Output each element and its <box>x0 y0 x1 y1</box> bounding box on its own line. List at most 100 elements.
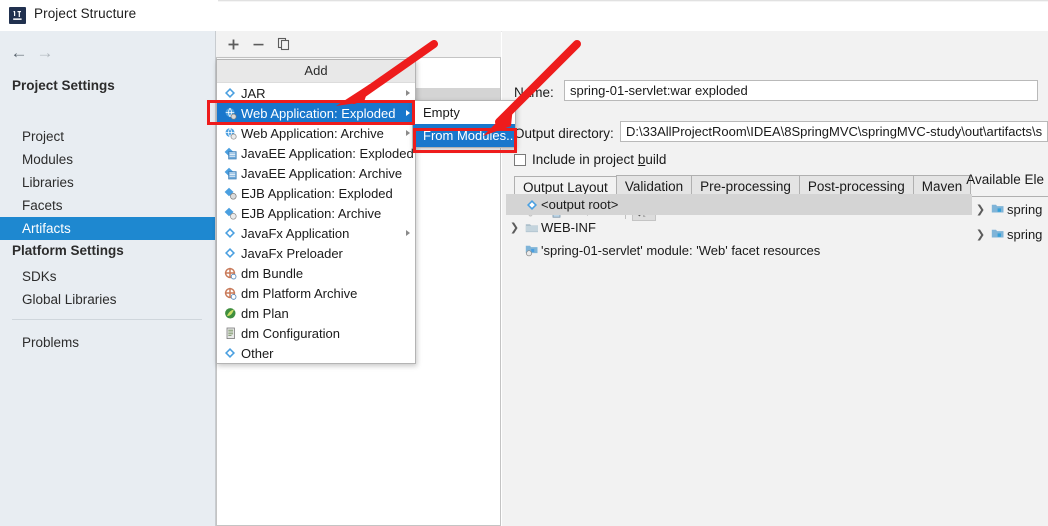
output-directory-label: Output directory: <box>514 126 614 141</box>
ejb-exploded-icon <box>221 185 239 201</box>
menu-item-javafx-preloader[interactable]: JavaFx Preloader <box>217 243 415 263</box>
avail-tree-row[interactable]: ❯ spring <box>972 198 1048 221</box>
menu-item-label: Web Application: Exploded <box>241 105 396 121</box>
web-application-exploded-submenu: Empty From Modules... <box>412 100 517 148</box>
tree-expander <box>506 194 523 215</box>
javaee-exploded-icon <box>221 145 239 161</box>
sidebar-item-project[interactable]: Project <box>0 125 215 148</box>
sidebar-item-libraries[interactable]: Libraries <box>0 171 215 194</box>
sidebar-group-platform-settings: Platform Settings <box>12 243 124 258</box>
javafx-icon <box>221 245 239 261</box>
menu-item-javafx-application[interactable]: JavaFx Application <box>217 223 415 243</box>
avail-tree-row-label: spring <box>1007 202 1043 217</box>
menu-item-label: Web Application: Archive <box>241 125 384 141</box>
sidebar-item-modules[interactable]: Modules <box>0 148 215 171</box>
web-archive-icon <box>221 125 239 141</box>
menu-item-ejb-application-archive[interactable]: EJB Application: Archive <box>217 203 415 223</box>
menu-item-label: JAR <box>241 85 266 101</box>
artifact-diamond-icon <box>523 194 541 215</box>
menu-item-dm-configuration[interactable]: dm Configuration <box>217 323 415 343</box>
tree-row-label: 'spring-01-servlet' module: 'Web' facet … <box>541 243 821 258</box>
sidebar-item-problems[interactable]: Problems <box>0 331 215 354</box>
folder-icon <box>523 217 541 238</box>
remove-artifact-button[interactable] <box>247 34 269 54</box>
sidebar-item-sdks[interactable]: SDKs <box>0 265 215 288</box>
module-icon <box>989 224 1007 245</box>
chevron-right-icon <box>406 230 410 236</box>
javafx-icon <box>221 225 239 241</box>
ejb-archive-icon <box>221 205 239 221</box>
tab-pre-processing[interactable]: Pre-processing <box>691 175 800 196</box>
chevron-right-icon <box>406 110 410 116</box>
arrow-left-icon[interactable]: ← <box>6 42 32 62</box>
chevron-right-icon <box>406 90 410 96</box>
menu-item-label: dm Plan <box>241 305 289 321</box>
menu-item-label: JavaFx Preloader <box>241 245 343 261</box>
tree-row[interactable]: ❯ WEB-INF <box>506 217 972 238</box>
tree-row[interactable]: <output root> <box>506 194 972 215</box>
menu-item-other[interactable]: Other <box>217 343 415 363</box>
tab-post-processing[interactable]: Post-processing <box>798 175 914 196</box>
titlebar-shadow <box>218 0 1048 2</box>
chevron-right-icon[interactable]: ❯ <box>972 199 989 220</box>
web-exploded-icon <box>221 105 239 121</box>
add-artifact-button[interactable] <box>222 34 244 54</box>
avail-tree-row[interactable]: ❯ spring <box>972 223 1048 246</box>
include-in-project-build-checkbox[interactable] <box>514 153 526 166</box>
javaee-archive-icon <box>221 165 239 181</box>
tab-validation[interactable]: Validation <box>615 175 693 196</box>
module-icon <box>989 199 1007 220</box>
sidebar-item-global-libraries[interactable]: Global Libraries <box>0 288 215 311</box>
tree-row-label: <output root> <box>541 197 619 212</box>
sidebar-item-facets[interactable]: Facets <box>0 194 215 217</box>
project-structure-dialog: Project Structure ← → Project Settings P… <box>0 0 1048 526</box>
menu-item-javaee-application-archive[interactable]: JavaEE Application: Archive <box>217 163 415 183</box>
dm-platform-icon <box>221 285 239 301</box>
sidebar-nav: ← → <box>0 39 215 65</box>
available-elements-label: Available Ele <box>966 172 1044 187</box>
window-title: Project Structure <box>34 6 137 21</box>
include-in-project-build-row[interactable]: Include in project build <box>514 152 666 167</box>
menu-item-label: EJB Application: Archive <box>241 205 382 221</box>
name-input[interactable]: spring-01-servlet:war exploded <box>564 80 1038 101</box>
menu-item-dm-plan[interactable]: dm Plan <box>217 303 415 323</box>
output-directory-input[interactable]: D:\33AllProjectRoom\IDEA\8SpringMVC\spri… <box>620 121 1048 142</box>
menu-item-ejb-application-exploded[interactable]: EJB Application: Exploded <box>217 183 415 203</box>
arrow-right-icon[interactable]: → <box>32 42 58 62</box>
submenu-item-empty[interactable]: Empty <box>413 101 515 124</box>
menu-item-web-application-exploded[interactable]: Web Application: Exploded <box>217 103 415 123</box>
tree-row-label: WEB-INF <box>541 220 596 235</box>
tab-maven[interactable]: Maven <box>912 175 972 196</box>
menu-item-label: EJB Application: Exploded <box>241 185 393 201</box>
chevron-right-icon[interactable]: ❯ <box>972 224 989 245</box>
dm-bundle-icon <box>221 265 239 281</box>
menu-item-label: JavaFx Application <box>241 225 350 241</box>
copy-artifact-button[interactable] <box>273 34 295 54</box>
output-layout-tree[interactable]: <output root> ❯ WEB-INF 'spring-01-servl… <box>506 194 972 526</box>
menu-item-web-application-archive[interactable]: Web Application: Archive <box>217 123 415 143</box>
chevron-right-icon[interactable]: ❯ <box>506 217 523 238</box>
submenu-item-from-modules[interactable]: From Modules... <box>413 124 517 147</box>
menu-item-label: JavaEE Application: Exploded <box>241 145 414 161</box>
menu-item-jar[interactable]: JAR <box>217 83 415 103</box>
dm-plan-icon <box>221 305 239 321</box>
menu-item-label: dm Configuration <box>241 325 340 341</box>
include-in-project-build-label: Include in project build <box>532 152 667 167</box>
facet-resources-icon <box>523 240 541 261</box>
add-artifact-menu: Add JAR Web Application: Exploded Web Ap… <box>216 59 416 364</box>
sidebar-group-project-settings: Project Settings <box>12 78 115 93</box>
intellij-idea-icon <box>9 7 26 24</box>
menu-item-dm-bundle[interactable]: dm Bundle <box>217 263 415 283</box>
menu-item-label: dm Bundle <box>241 265 304 281</box>
tree-row[interactable]: 'spring-01-servlet' module: 'Web' facet … <box>506 240 989 261</box>
menu-item-javaee-application-exploded[interactable]: JavaEE Application: Exploded <box>217 143 415 163</box>
sidebar-item-artifacts[interactable]: Artifacts <box>0 217 215 240</box>
dm-config-icon <box>221 325 239 341</box>
menu-item-label: dm Platform Archive <box>241 285 358 301</box>
sidebar-divider <box>12 319 202 320</box>
artifacts-toolbar <box>216 31 501 57</box>
menu-item-dm-platform-archive[interactable]: dm Platform Archive <box>217 283 415 303</box>
menu-item-label: Other <box>241 345 274 361</box>
name-label: Name: <box>514 85 554 100</box>
avail-tree-row-label: spring <box>1007 227 1043 242</box>
